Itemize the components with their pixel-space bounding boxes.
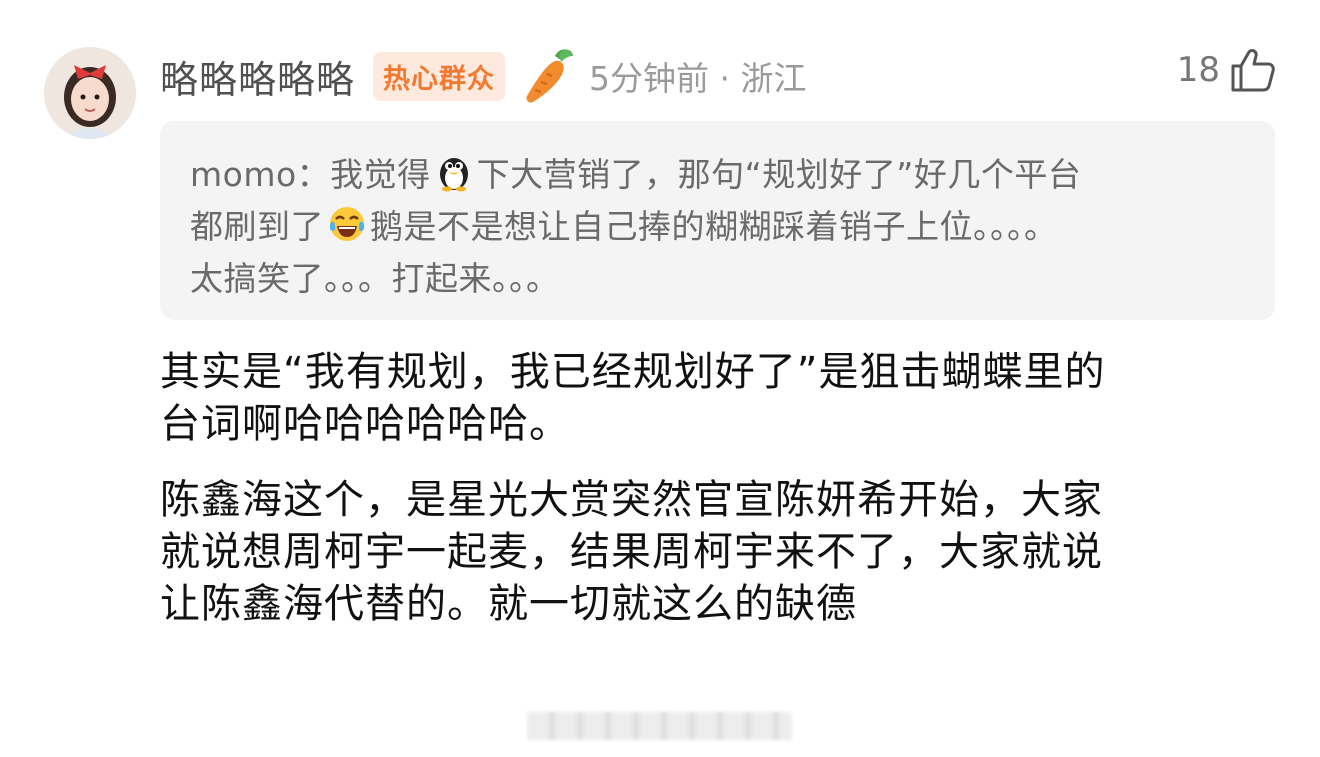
comment-paragraph-1: 其实是“我有规划，我已经规划好了”是狙击蝴蝶里的 台词啊哈哈哈哈哈哈。 bbox=[160, 349, 1106, 447]
like-button[interactable]: 18 bbox=[1177, 48, 1276, 92]
avatar-girl-icon bbox=[44, 47, 136, 139]
username[interactable]: 略略略略略 bbox=[160, 49, 355, 104]
quote-line-3: 太搞笑了。。。打起来。。。 bbox=[190, 259, 560, 298]
tears-of-joy-icon bbox=[329, 207, 365, 241]
comment-body: 其实是“我有规划，我已经规划好了”是狙击蝴蝶里的 台词啊哈哈哈哈哈哈。 陈鑫海这… bbox=[160, 346, 1280, 630]
like-count: 18 bbox=[1176, 50, 1220, 90]
carrot-icon bbox=[526, 49, 574, 103]
user-avatar[interactable] bbox=[44, 47, 136, 139]
quoted-reply[interactable]: momo：我觉得 下大营销了，那句“规划好了”好几个平台 都刷到了 鹅是不是想让… bbox=[160, 121, 1275, 320]
quote-line-1: momo：我觉得 下大营销了，那句“规划好了”好几个平台 bbox=[190, 149, 1245, 201]
quote-line-2: 都刷到了 鹅是不是想让自己捧的糊糊踩着销子上位。。。。 bbox=[190, 201, 1245, 253]
blurred-text-strip bbox=[527, 712, 792, 740]
comment-paragraph-2: 陈鑫海这个，是星光大赏突然官宣陈妍希开始，大家 就说想周柯宇一起麦，结果周柯宇来… bbox=[160, 477, 1103, 627]
comment-time: 5分钟前 · 浙江 bbox=[589, 59, 807, 98]
thumbs-up-icon bbox=[1231, 49, 1275, 92]
comment-header: 略略略略略 热心群众 5分钟前 · 浙江 bbox=[160, 46, 807, 106]
penguin-icon bbox=[439, 158, 468, 192]
fan-badge[interactable]: 热心群众 bbox=[373, 51, 506, 101]
quote-author[interactable]: momo bbox=[190, 155, 297, 194]
